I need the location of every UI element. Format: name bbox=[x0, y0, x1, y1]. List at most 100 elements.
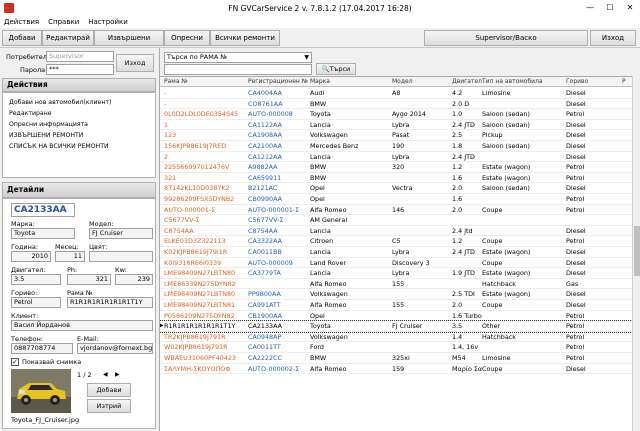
col-vin[interactable]: Рама № bbox=[164, 78, 188, 85]
table-row[interactable]: W02KJPB8619J791R CA0011TT Ford 1.4, 16v Petr… bbox=[160, 342, 632, 353]
year-field[interactable]: 2010 bbox=[11, 251, 51, 262]
table-row[interactable]: LME98409N27LBTN80 CA3779TA Lancia Lybra 1.9 … bbox=[160, 268, 632, 279]
table-row[interactable]: - CO8761AA BMW 2.0 D Diesel bbox=[160, 99, 632, 110]
engine-field[interactable]: 3.5 bbox=[11, 274, 61, 285]
table-row[interactable]: TR2KJPB8619J791R CA0948AP Volkswagen 1.4 Hat… bbox=[160, 332, 632, 343]
vin-field[interactable]: R1R1R1R1R1R1R1T1Y bbox=[67, 297, 153, 308]
phone-field[interactable]: 0887708774 bbox=[11, 343, 73, 354]
minimize-button[interactable]: — bbox=[580, 0, 600, 16]
grid-scrollbar[interactable] bbox=[632, 76, 640, 431]
table-row[interactable]: 99286209FSX5DYNB2 CB0990AA Opel 1.6 Petrol bbox=[160, 194, 632, 205]
table-row[interactable]: LME98409N27LBTN80 PP9800AA Volkswagen 2.5 T… bbox=[160, 289, 632, 300]
table-row[interactable]: 2 CA1212AA Lancia Lybra 2.4 JTD Diesel bbox=[160, 152, 632, 163]
col-engine[interactable]: Двигател bbox=[452, 78, 482, 85]
col-type[interactable]: Тип на автомобила bbox=[482, 78, 543, 85]
kw-field[interactable]: 239 bbox=[115, 274, 153, 285]
cell-type: Estate (wagon) bbox=[482, 269, 531, 278]
col-brand[interactable]: Марка bbox=[310, 78, 330, 85]
table-row[interactable]: 1 CA1122AA Lancia Lybra 2.4 JTD Saloon (sedan… bbox=[160, 120, 632, 131]
close-button[interactable]: ✕ bbox=[620, 0, 640, 16]
password-field[interactable]: *** bbox=[46, 64, 114, 75]
col-fuel[interactable]: Гориво bbox=[566, 78, 588, 85]
color-field[interactable] bbox=[89, 251, 153, 262]
cell-engine: 1.4 bbox=[452, 332, 463, 341]
search-input[interactable] bbox=[164, 64, 312, 75]
table-row[interactable]: 156KJPB8619J7RED CA2100AA Mercedes Benz 190… bbox=[160, 141, 632, 152]
client-field[interactable]: Васил Йорданов bbox=[11, 320, 153, 331]
table-row[interactable]: 225566997012476V A9882AA BMW 320 1.2 Estate (… bbox=[160, 162, 632, 173]
table-row[interactable]: ELKE03D3Z322113 CA3322AA Citroen C5 1.2 Coupe… bbox=[160, 236, 632, 247]
add-button[interactable]: Добави bbox=[2, 30, 42, 46]
cell-model: A8 bbox=[392, 89, 401, 97]
cell-model: C5 bbox=[392, 237, 401, 246]
reg-no-field[interactable]: CA2133AA bbox=[11, 203, 75, 217]
table-row[interactable]: K0I9316R66I0339 AUTO-000009 Land Rover Disc… bbox=[160, 258, 632, 269]
table-row[interactable]: LME98409N27LBTN81 CA991ATT Alfa Romeo 155 2.… bbox=[160, 300, 632, 311]
cell-brand: Lancia bbox=[310, 248, 331, 256]
table-row[interactable]: 0L0D2LDL0DE0354S45 AUTO-000008 Toyota Aygo … bbox=[160, 109, 632, 120]
cell-fuel: Petrol bbox=[566, 195, 585, 203]
photo-prev-icon[interactable]: ◀ bbox=[103, 371, 108, 378]
model-field[interactable]: FJ Cruiser bbox=[89, 228, 153, 239]
cell-brand: Volkswagen bbox=[310, 332, 348, 341]
fuel-field[interactable]: Petrol bbox=[11, 297, 61, 308]
action-done-repairs[interactable]: ИЗВЪРШЕНИ РЕМОНТИ bbox=[9, 132, 83, 139]
edit-button[interactable]: Редактирай bbox=[42, 30, 94, 46]
details-panel: CA2133AA Марка: Toyota Модел: FJ Cruiser… bbox=[2, 198, 156, 429]
col-reg[interactable]: Регистрационен № bbox=[248, 78, 308, 85]
table-row[interactable]: LME86339N275DYN82 Alfa Romeo 155 Hatchback G… bbox=[160, 279, 632, 290]
table-row[interactable]: ▶R1R1R1R1R1R1R1T1YCA2133AAToyotaFJ Cruis… bbox=[160, 320, 632, 333]
cell-brand: BMW bbox=[310, 354, 327, 362]
hp-field[interactable]: 321 bbox=[67, 274, 111, 285]
cell-model: Vectra bbox=[392, 184, 413, 193]
action-all-repairs[interactable]: СПИСЪК НА ВСИЧКИ РЕМОНТИ bbox=[9, 143, 109, 150]
table-row[interactable]: 123 CA1908AA Volkswagen Pasat 2.5 Pickup Diese… bbox=[160, 130, 632, 141]
cell-brand: Mercedes Benz bbox=[310, 142, 359, 150]
photo-next-icon[interactable]: ▶ bbox=[115, 371, 120, 378]
table-row[interactable]: 87142KL10D0387K2 B2121AC Opel Vectra 2.0 Salo… bbox=[160, 183, 632, 194]
table-row[interactable]: ΣΑΛΥΜΗ-ΣΚΟΥΟΠΟΦ AUTO-000002-Σ Alfa Romeo 15… bbox=[160, 364, 632, 375]
action-refresh[interactable]: Опресни информацията bbox=[9, 121, 88, 128]
cell-fuel: Gas bbox=[566, 279, 579, 288]
scrollbar-thumb[interactable] bbox=[634, 226, 640, 276]
delete-photo-button[interactable]: Изтрий bbox=[87, 399, 131, 413]
col-extra[interactable]: Р bbox=[622, 78, 626, 85]
cell-vin: 1 bbox=[164, 120, 169, 129]
add-photo-button[interactable]: Добави bbox=[87, 383, 131, 397]
grid-header: Рама № Регистрационен № Марка Модел Двиг… bbox=[160, 77, 632, 87]
cell-type: Saloon (sedan) bbox=[482, 184, 530, 193]
table-row[interactable]: - CA4004AA Audi A8 4.2 Limosine Diesel bbox=[160, 88, 632, 99]
menu-settings[interactable]: Настройки bbox=[88, 16, 128, 28]
cell-brand: BMW bbox=[310, 163, 327, 172]
table-row[interactable]: P0586209N275DYN82 CB1900AA Opel 1.6 Turbo Pe… bbox=[160, 311, 632, 322]
search-button[interactable]: 🔍Търси bbox=[316, 63, 356, 75]
menu-reports[interactable]: Справки bbox=[48, 16, 79, 28]
table-row[interactable]: WBAEU31060PF40423 CA2222CC BMW 325xi M54 Limo… bbox=[160, 353, 632, 364]
cell-type: Estate (wagon) bbox=[482, 290, 531, 299]
photo-filename: Toyota_FJ_Cruiser.jpg bbox=[11, 416, 80, 424]
show-photo-checkbox[interactable]: ✓ bbox=[11, 358, 19, 366]
refresh-button[interactable]: Опресни bbox=[164, 30, 210, 46]
login-exit-button[interactable]: Изход bbox=[116, 54, 154, 72]
table-row[interactable]: C5677VV-Σ C5677VV-Σ AM General bbox=[160, 215, 632, 226]
cell-brand: Opel bbox=[310, 311, 325, 320]
table-row[interactable]: C8754AA C8754AA Lancia 2.4 jtd Diesel bbox=[160, 226, 632, 237]
email-field[interactable]: vjordanov@fornext.bg bbox=[77, 343, 153, 354]
month-field[interactable]: 11 bbox=[55, 251, 85, 262]
table-row[interactable]: K02KJPB8619J79I1R CA0011BB Lancia Lybra 2.4 … bbox=[160, 247, 632, 258]
table-row[interactable]: 321 CA659911 BMW 1.6 Estate (wagon) Petrol bbox=[160, 173, 632, 184]
cell-reg: AUTO-000008 bbox=[248, 110, 293, 119]
brand-field[interactable]: Toyota bbox=[11, 228, 75, 239]
action-edit[interactable]: Редактиране bbox=[9, 110, 52, 117]
menu-actions[interactable]: Действия bbox=[4, 16, 39, 28]
cell-vin: WBAEU31060PF40423 bbox=[164, 354, 236, 362]
exit-toolbar-button[interactable]: Изход bbox=[590, 30, 636, 46]
col-model[interactable]: Модел bbox=[392, 78, 413, 85]
done-repairs-button[interactable]: Извършени ремонти bbox=[94, 30, 164, 56]
user-field[interactable]: Supervisor bbox=[46, 51, 114, 62]
all-repairs-button[interactable]: Всички ремонти bbox=[210, 30, 280, 46]
search-mode-select[interactable]: Търси по РАМА № ▼ bbox=[164, 52, 312, 63]
action-add-car[interactable]: Добави нов автомобил(клиент) bbox=[9, 99, 111, 106]
maximize-button[interactable]: ☐ bbox=[600, 0, 620, 16]
table-row[interactable]: AUTO-000001-Σ AUTO-000001-Σ Alfa Romeo 146 2… bbox=[160, 205, 632, 216]
